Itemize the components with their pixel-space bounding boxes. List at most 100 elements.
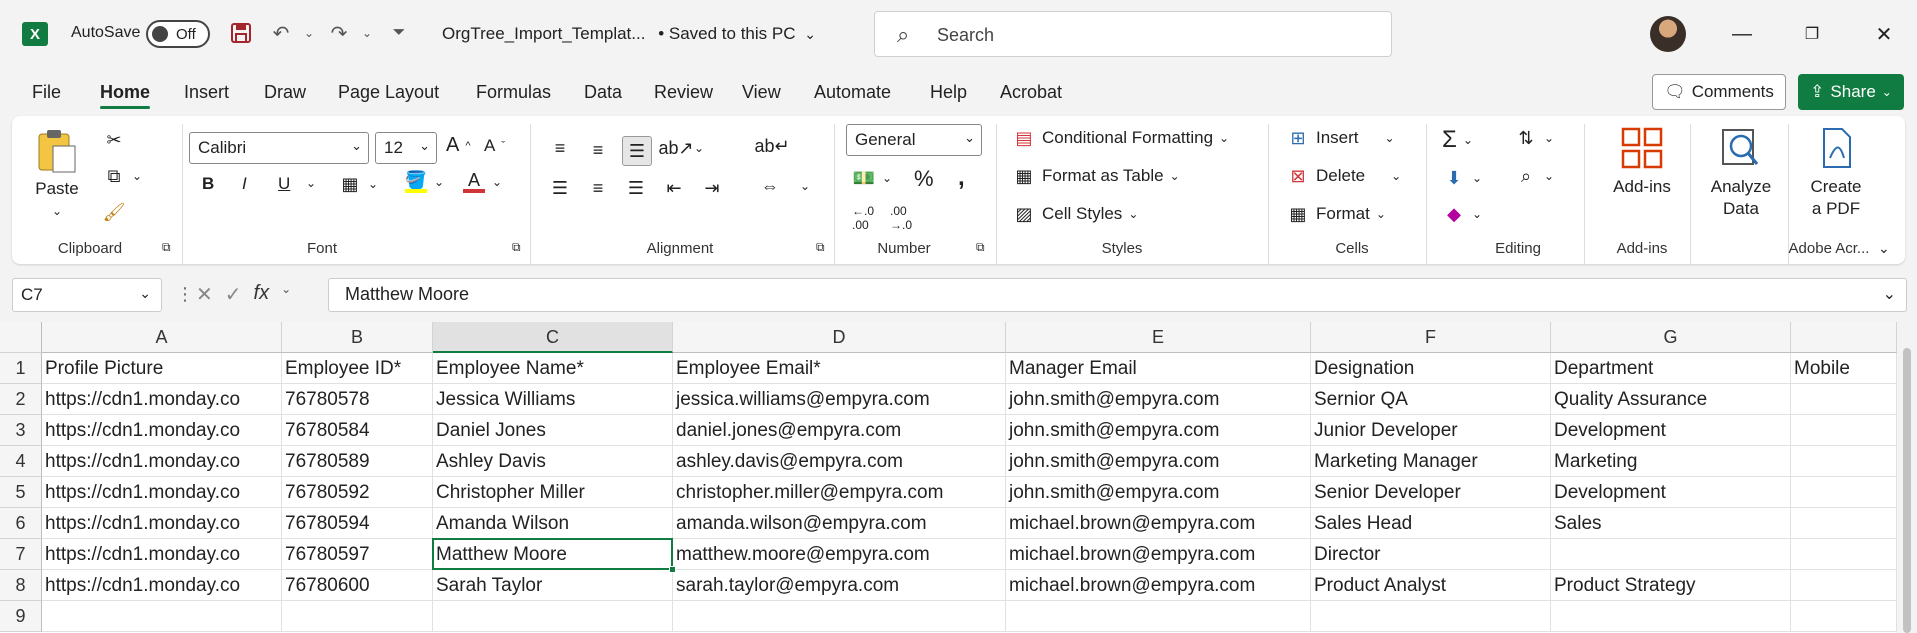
data-cell[interactable]: [1551, 539, 1791, 570]
scroll-thumb[interactable]: [1903, 348, 1911, 633]
data-cell[interactable]: ashley.davis@empyra.com: [673, 446, 1006, 477]
data-cell[interactable]: john.smith@empyra.com: [1006, 477, 1311, 508]
data-cell[interactable]: [1791, 508, 1897, 539]
data-cell[interactable]: Marketing Manager: [1311, 446, 1551, 477]
collapse-ribbon-icon[interactable]: ⌄: [1878, 240, 1890, 257]
tab-file[interactable]: File: [32, 82, 61, 103]
header-cell[interactable]: Designation: [1311, 353, 1551, 384]
decrease-indent-icon[interactable]: ⇤: [662, 176, 686, 200]
spreadsheet-grid[interactable]: A B C D E F G 1 Profile Picture Employee ID* Emplo…: [0, 322, 1917, 633]
column-header-E[interactable]: E: [1006, 322, 1311, 353]
restore-icon[interactable]: ❐: [1792, 16, 1832, 52]
data-cell[interactable]: michael.brown@empyra.com: [1006, 539, 1311, 570]
data-cell[interactable]: Jessica Williams: [433, 384, 673, 415]
header-cell[interactable]: Employee ID*: [282, 353, 433, 384]
data-cell[interactable]: Director: [1311, 539, 1551, 570]
find-select-icon[interactable]: ⌕ ⌄: [1514, 164, 1554, 188]
data-cell[interactable]: sarah.taylor@empyra.com: [673, 570, 1006, 601]
data-cell[interactable]: [1791, 539, 1897, 570]
bold-button[interactable]: B: [202, 174, 214, 194]
tab-home[interactable]: Home: [100, 82, 151, 109]
data-cell[interactable]: jessica.williams@empyra.com: [673, 384, 1006, 415]
data-cell[interactable]: Sales Head: [1311, 508, 1551, 539]
data-cell[interactable]: https://cdn1.monday.co: [42, 384, 282, 415]
avatar[interactable]: [1650, 16, 1686, 52]
percent-style-icon[interactable]: %: [914, 166, 934, 192]
data-cell[interactable]: 76780594: [282, 508, 433, 539]
expand-formula-icon[interactable]: ⌄: [1883, 284, 1896, 304]
data-cell[interactable]: 76780578: [282, 384, 433, 415]
data-cell[interactable]: Daniel Jones: [433, 415, 673, 446]
data-cell[interactable]: Marketing: [1551, 446, 1791, 477]
column-header-D[interactable]: D: [673, 322, 1006, 353]
cell-styles-button[interactable]: ▨ Cell Styles ⌄: [1012, 202, 1138, 226]
data-cell[interactable]: [42, 601, 282, 632]
column-header-B[interactable]: B: [282, 322, 433, 353]
header-cell[interactable]: Profile Picture: [42, 353, 282, 384]
bottom-align-icon[interactable]: ☰: [622, 136, 652, 166]
tab-review[interactable]: Review: [654, 82, 713, 103]
data-cell[interactable]: michael.brown@empyra.com: [1006, 570, 1311, 601]
data-cell[interactable]: michael.brown@empyra.com: [1006, 508, 1311, 539]
data-cell[interactable]: 76780600: [282, 570, 433, 601]
data-cell[interactable]: https://cdn1.monday.co: [42, 446, 282, 477]
align-left-icon[interactable]: ☰: [548, 176, 572, 200]
font-color-icon[interactable]: A ⌄: [462, 170, 502, 194]
data-cell[interactable]: [1791, 384, 1897, 415]
increase-decimal-icon[interactable]: ←.0.00: [852, 204, 874, 232]
data-cell[interactable]: 76780584: [282, 415, 433, 446]
enter-icon[interactable]: ✓: [225, 282, 242, 307]
document-title[interactable]: OrgTree_Import_Templat... • Saved to thi…: [442, 24, 816, 44]
data-cell[interactable]: https://cdn1.monday.co: [42, 415, 282, 446]
header-cell[interactable]: Employee Email*: [673, 353, 1006, 384]
data-cell[interactable]: [282, 601, 433, 632]
autosum-icon[interactable]: Σ ⌄: [1442, 126, 1473, 154]
decrease-font-icon[interactable]: Aˇ: [484, 136, 505, 156]
delete-cells-button[interactable]: ⊠ Delete ⌄: [1286, 164, 1401, 188]
tab-automate[interactable]: Automate: [814, 82, 891, 103]
create-pdf-button[interactable]: Create a PDF: [1796, 126, 1876, 220]
add-ins-button[interactable]: Add-ins: [1596, 126, 1688, 198]
header-cell[interactable]: Employee Name*: [433, 353, 673, 384]
data-cell[interactable]: Ashley Davis: [433, 446, 673, 477]
insert-function-icon[interactable]: fx: [254, 282, 270, 307]
data-cell[interactable]: Amanda Wilson: [433, 508, 673, 539]
data-cell[interactable]: daniel.jones@empyra.com: [673, 415, 1006, 446]
increase-indent-icon[interactable]: ⇥: [700, 176, 724, 200]
row-header-4[interactable]: 4: [0, 446, 42, 477]
row-header-1[interactable]: 1: [0, 353, 42, 384]
data-cell[interactable]: [1006, 601, 1311, 632]
row-header-3[interactable]: 3: [0, 415, 42, 446]
search-box[interactable]: ⌕ Search: [874, 11, 1392, 57]
row-header-6[interactable]: 6: [0, 508, 42, 539]
tab-data[interactable]: Data: [584, 82, 622, 103]
data-cell[interactable]: [1791, 570, 1897, 601]
tab-view[interactable]: View: [742, 82, 781, 103]
format-painter-icon[interactable]: 🖌: [102, 200, 126, 224]
font-size-select[interactable]: 12 ⌄: [375, 132, 437, 164]
alignment-launcher-icon[interactable]: ⧉: [816, 240, 825, 255]
underline-button[interactable]: U: [278, 174, 290, 194]
decrease-decimal-icon[interactable]: .00 →.0: [890, 204, 912, 232]
data-cell[interactable]: Christopher Miller: [433, 477, 673, 508]
cut-icon[interactable]: ✂: [102, 128, 126, 152]
row-header-2[interactable]: 2: [0, 384, 42, 415]
conditional-formatting-button[interactable]: ▤ Conditional Formatting ⌄: [1012, 126, 1229, 150]
data-cell[interactable]: Sarah Taylor: [433, 570, 673, 601]
data-cell[interactable]: Product Analyst: [1311, 570, 1551, 601]
font-launcher-icon[interactable]: ⧉: [512, 240, 521, 255]
data-cell[interactable]: amanda.wilson@empyra.com: [673, 508, 1006, 539]
column-header-F[interactable]: F: [1311, 322, 1551, 353]
accounting-format-icon[interactable]: 💵 ⌄: [852, 166, 892, 190]
data-cell[interactable]: john.smith@empyra.com: [1006, 384, 1311, 415]
minimize-icon[interactable]: —: [1722, 16, 1762, 52]
data-cell[interactable]: [1551, 601, 1791, 632]
insert-cells-button[interactable]: ⊞ Insert ⌄: [1286, 126, 1394, 150]
customize-toolbar-icon[interactable]: ⏷: [386, 20, 412, 46]
share-button[interactable]: ⇪ Share ⌄: [1798, 74, 1904, 110]
chevron-down-icon[interactable]: ⌄: [306, 176, 316, 190]
column-header-C[interactable]: C: [433, 322, 673, 353]
data-cell[interactable]: https://cdn1.monday.co: [42, 477, 282, 508]
row-header-9[interactable]: 9: [0, 601, 42, 632]
data-cell[interactable]: [433, 601, 673, 632]
